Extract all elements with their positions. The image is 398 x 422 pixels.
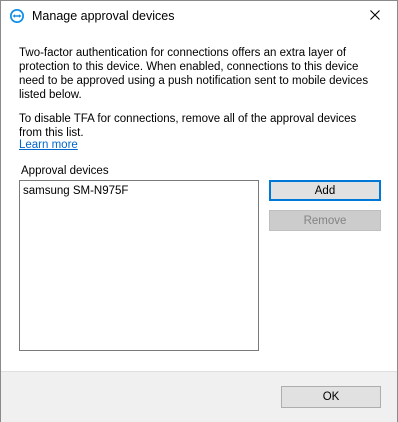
tfa-description: Two-factor authentication for connection…	[19, 47, 369, 101]
dialog-window: Manage approval devices Two-factor authe…	[0, 0, 398, 422]
remove-button[interactable]: Remove	[269, 210, 381, 231]
approval-devices-label: Approval devices	[21, 165, 109, 177]
approval-devices-list[interactable]: samsung SM-N975F	[19, 180, 259, 351]
close-button[interactable]	[352, 1, 397, 32]
window-title: Manage approval devices	[32, 9, 175, 23]
list-item[interactable]: samsung SM-N975F	[20, 181, 258, 201]
title-bar: Manage approval devices	[1, 1, 397, 32]
close-icon	[369, 10, 380, 23]
dialog-footer: OK	[1, 371, 397, 422]
learn-more-link[interactable]: Learn more	[19, 139, 78, 151]
teamviewer-icon	[10, 9, 24, 23]
add-button[interactable]: Add	[269, 180, 381, 201]
disable-tfa-hint: To disable TFA for connections, remove a…	[19, 113, 357, 139]
ok-button[interactable]: OK	[281, 386, 381, 408]
dialog-content: Two-factor authentication for connection…	[1, 32, 397, 371]
